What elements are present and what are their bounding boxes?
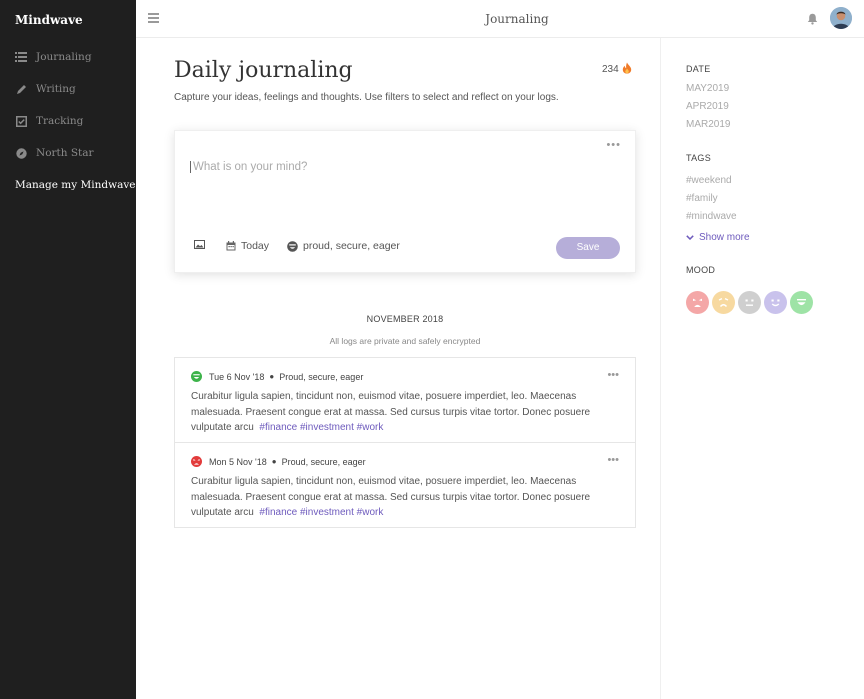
entry-meta: Tue 6 Nov '18 ● Proud, secure, eager <box>191 371 619 382</box>
privacy-note: All logs are private and safely encrypte… <box>329 336 481 346</box>
mood-filter <box>686 291 813 314</box>
date-picker-button[interactable]: Today <box>226 240 269 252</box>
sidebar-item-label: North Star <box>36 147 94 159</box>
happy-face-icon <box>191 371 202 382</box>
right-panel-divider <box>660 38 661 699</box>
mood-label: proud, secure, eager <box>303 240 400 252</box>
month-heading: NOVEMBER 2018 <box>366 314 444 324</box>
list-icon <box>15 51 27 63</box>
entry-mood-text: Proud, secure, eager <box>279 371 364 382</box>
calendar-icon <box>226 241 236 251</box>
manage-mindwave-link[interactable]: Manage my Mindwave <box>15 179 136 191</box>
date-filter-option[interactable]: MAY2019 <box>686 83 729 94</box>
chevron-down-icon <box>686 235 694 240</box>
fire-icon <box>622 62 632 77</box>
entry-body: Curabitur ligula sapien, tincidunt non, … <box>191 389 601 436</box>
show-more-label: Show more <box>699 232 750 243</box>
sidebar-item-writing[interactable]: Writing <box>15 83 76 95</box>
save-button[interactable]: Save <box>556 237 620 259</box>
sidebar: Mindwave Journaling Writing Tracking Nor… <box>0 0 136 699</box>
angry-face-icon <box>191 456 202 467</box>
entry-more-icon[interactable]: ••• <box>607 369 619 381</box>
entry-meta: Mon 5 Nov '18 ● Proud, secure, eager <box>191 456 619 467</box>
sidebar-item-label: Writing <box>36 83 76 95</box>
checkbox-icon <box>15 115 27 127</box>
entry-input[interactable] <box>190 161 610 173</box>
sidebar-item-label: Tracking <box>36 115 84 127</box>
image-icon <box>194 240 205 249</box>
sidebar-item-label: Journaling <box>36 51 92 63</box>
add-image-button[interactable] <box>194 240 210 249</box>
entry-text: Curabitur ligula sapien, tincidunt non, … <box>191 391 591 433</box>
date-filter-heading: DATE <box>686 64 711 74</box>
tag-filter-option[interactable]: #mindwave <box>686 211 737 222</box>
compass-icon <box>15 147 27 159</box>
meta-separator: ● <box>269 372 275 381</box>
entry-composer: ••• Today proud, secure, eager Save <box>174 130 636 273</box>
sidebar-item-tracking[interactable]: Tracking <box>15 115 83 127</box>
sad-face-icon[interactable] <box>712 291 735 314</box>
entry-tags[interactable]: #finance #investment #work <box>259 422 383 433</box>
date-filter-option[interactable]: MAR2019 <box>686 119 730 130</box>
window-title: Journaling <box>485 12 549 26</box>
avatar[interactable] <box>830 7 852 29</box>
pen-icon <box>15 83 27 95</box>
mood-face-icon <box>287 240 298 252</box>
mood-filter-heading: MOOD <box>686 265 716 275</box>
tag-filter-option[interactable]: #weekend <box>686 175 732 186</box>
entry-body: Curabitur ligula sapien, tincidunt non, … <box>191 474 601 521</box>
streak-counter: 234 <box>602 62 632 77</box>
entry-text: Curabitur ligula sapien, tincidunt non, … <box>191 476 591 518</box>
entry-more-icon[interactable]: ••• <box>607 454 619 466</box>
content-face-icon[interactable] <box>764 291 787 314</box>
show-more-button[interactable]: Show more <box>686 232 750 243</box>
tag-filter-option[interactable]: #family <box>686 193 718 204</box>
bell-icon[interactable] <box>807 12 818 25</box>
page-subtitle: Capture your ideas, feelings and thought… <box>174 92 559 103</box>
mood-picker-button[interactable]: proud, secure, eager <box>287 240 400 252</box>
angry-face-icon[interactable] <box>686 291 709 314</box>
tags-filter-heading: TAGS <box>686 153 712 163</box>
sidebar-item-journaling[interactable]: Journaling <box>15 51 92 63</box>
meta-separator: ● <box>271 457 277 466</box>
top-bar: Journaling <box>136 0 864 38</box>
date-filter-option[interactable]: APR2019 <box>686 101 729 112</box>
sidebar-item-north-star[interactable]: North Star <box>15 147 94 159</box>
entry-date: Tue 6 Nov '18 <box>209 371 265 382</box>
page-title: Daily journaling <box>174 58 353 83</box>
streak-count: 234 <box>602 64 619 75</box>
entry-tags[interactable]: #finance #investment #work <box>259 507 383 518</box>
journal-entry[interactable]: Tue 6 Nov '18 ● Proud, secure, eager •••… <box>175 358 635 442</box>
more-options-icon[interactable]: ••• <box>606 139 621 151</box>
entry-date: Mon 5 Nov '18 <box>209 456 267 467</box>
neutral-face-icon[interactable] <box>738 291 761 314</box>
entry-list: Tue 6 Nov '18 ● Proud, secure, eager •••… <box>174 357 636 528</box>
brand-logo[interactable]: Mindwave <box>15 13 83 27</box>
entry-mood-text: Proud, secure, eager <box>281 456 366 467</box>
happy-face-icon[interactable] <box>790 291 813 314</box>
journal-entry[interactable]: Mon 5 Nov '18 ● Proud, secure, eager •••… <box>175 442 635 527</box>
date-label: Today <box>241 240 270 252</box>
